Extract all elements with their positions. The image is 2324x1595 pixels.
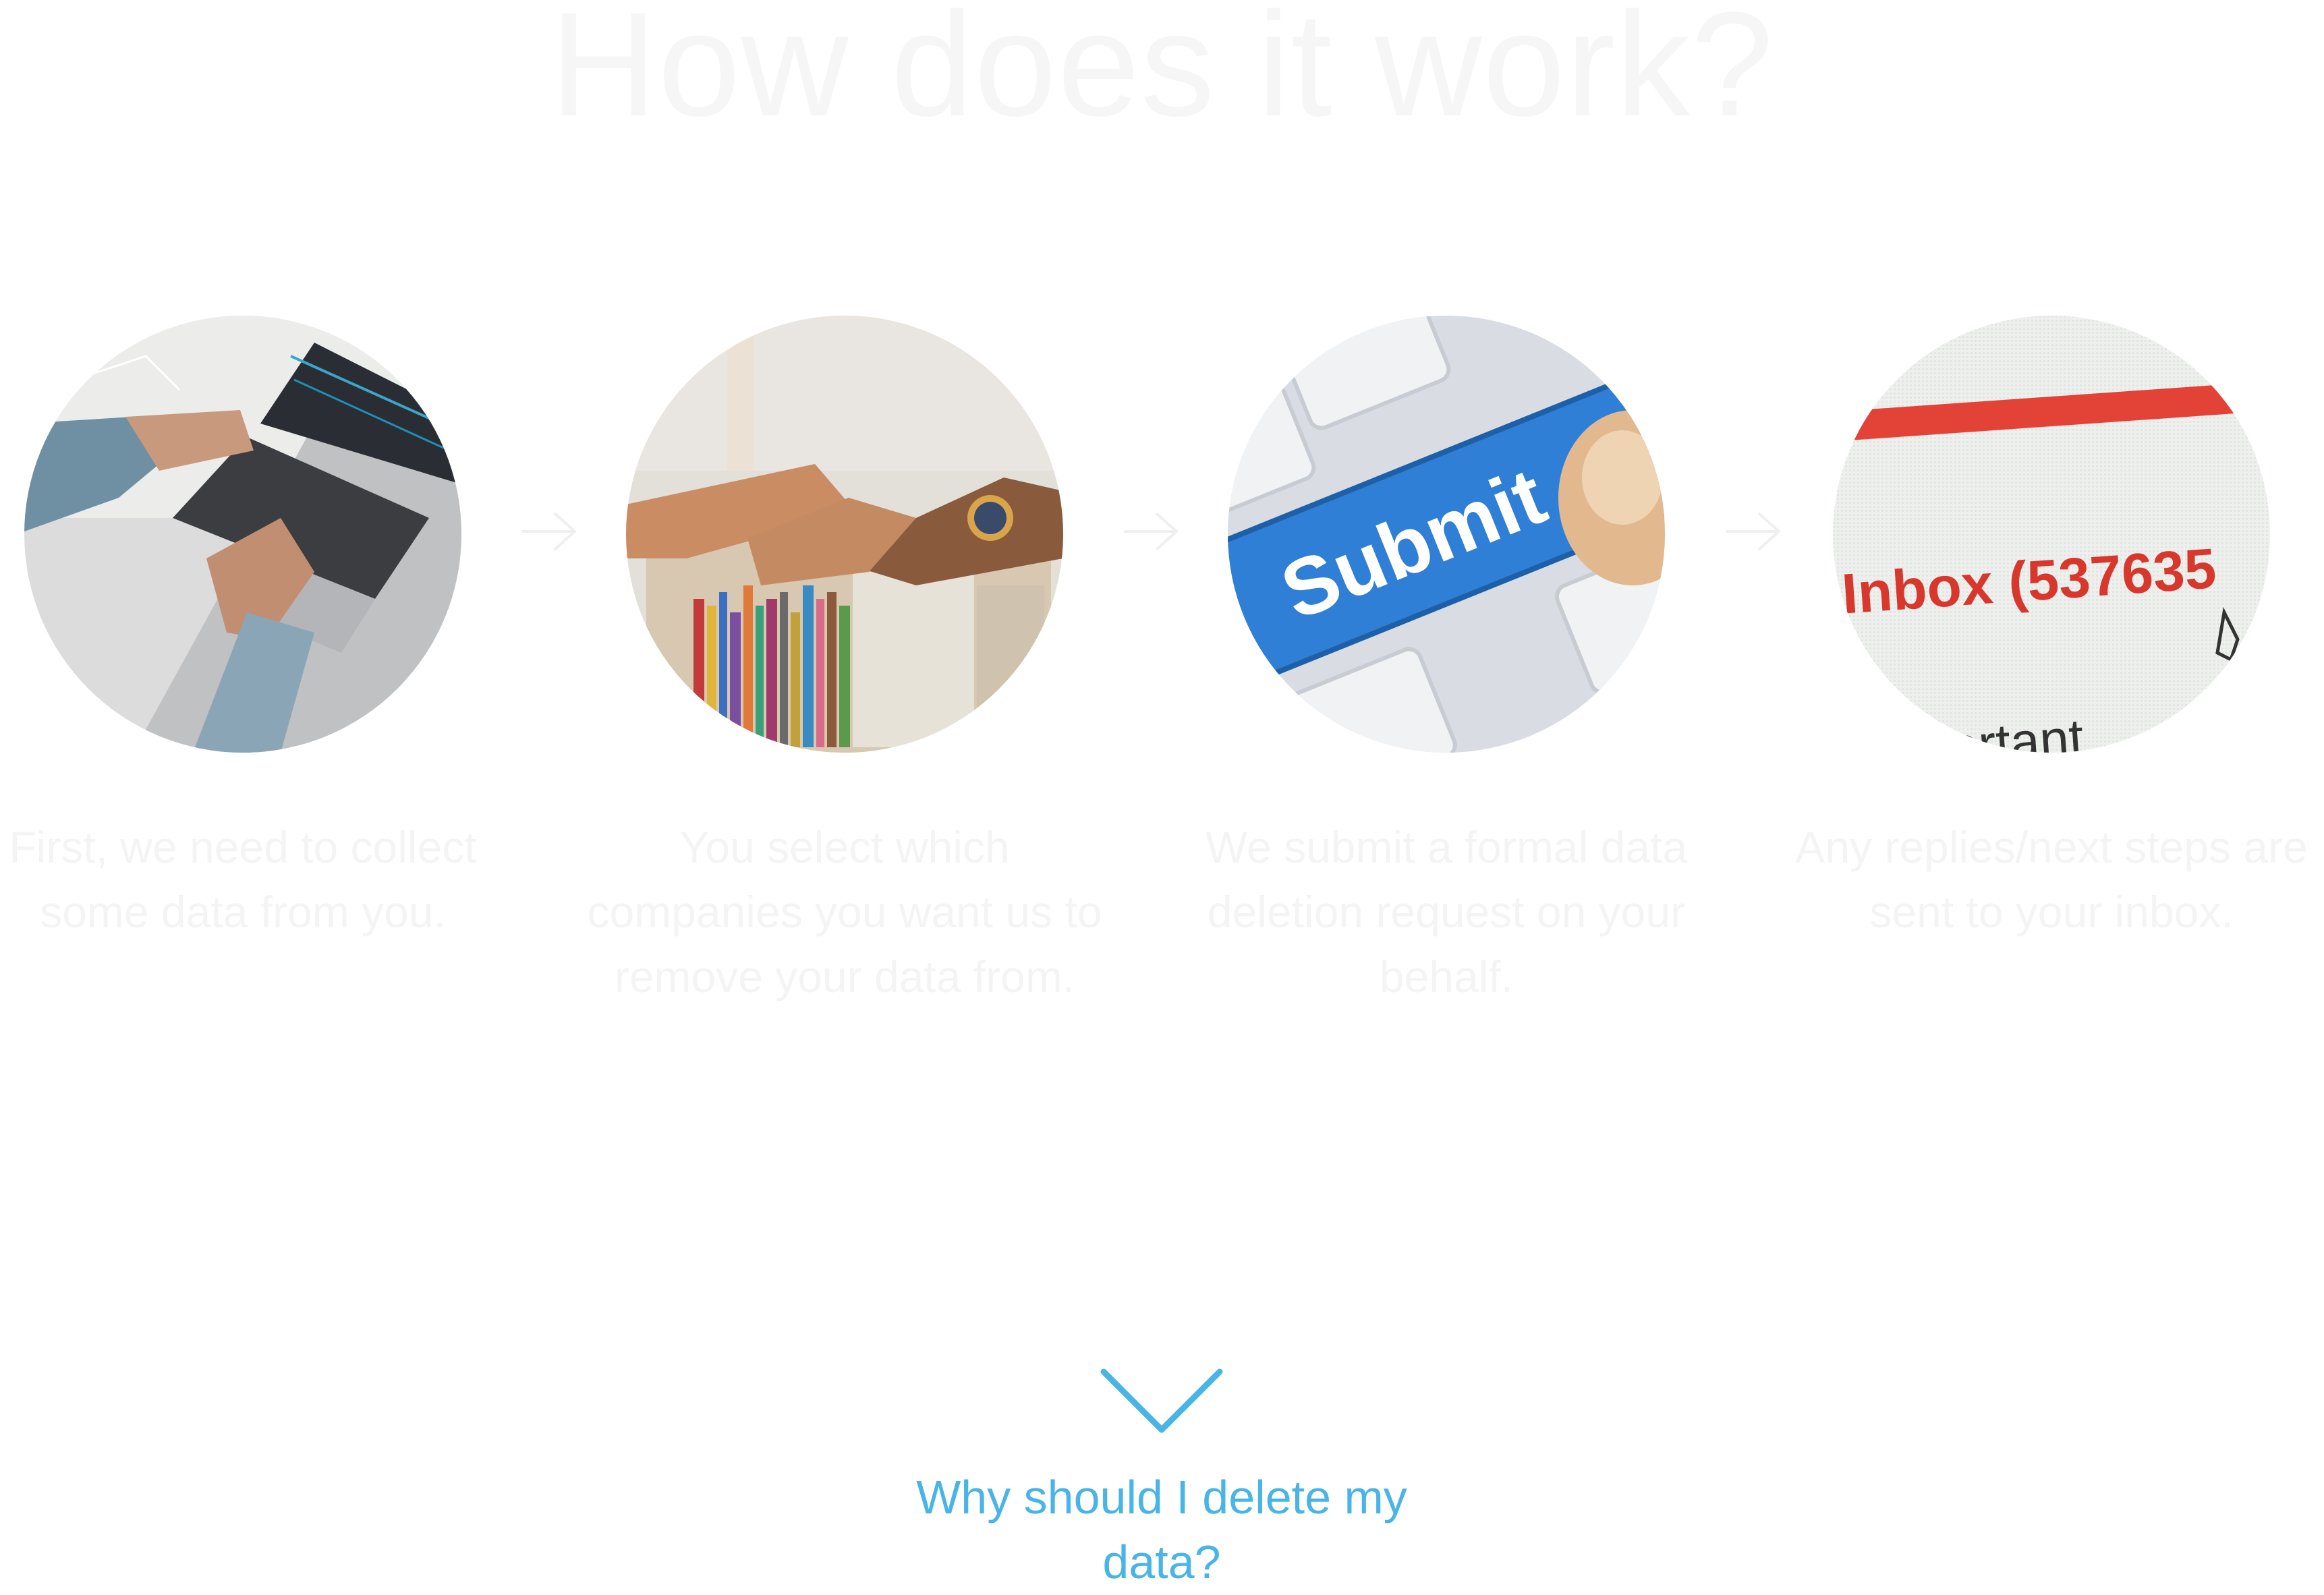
arrow-right-icon <box>1726 512 1781 551</box>
submit-key-illustration: Submit <box>1228 316 1665 753</box>
step-3-caption: We submit a formal data deletion request… <box>1205 822 1688 1002</box>
chevron-down-icon[interactable] <box>1100 1368 1224 1435</box>
arrow-right-icon <box>1124 512 1179 551</box>
how-it-works-page: How does it work? First, we need to coll… <box>0 0 2324 1595</box>
email-inbox-image: Inbox (537635 ortant <box>1833 316 2270 753</box>
why-delete-link[interactable]: Why should I delete my data? <box>892 1368 1432 1594</box>
email-inbox-illustration: Inbox (537635 ortant <box>1833 316 2270 753</box>
steps-row: First, we need to collect some data from… <box>0 316 2324 1002</box>
file-folders-image <box>626 316 1063 753</box>
file-folders-illustration <box>626 316 1063 753</box>
step-1-caption: First, we need to collect some data from… <box>9 822 477 937</box>
submit-key-image: Submit <box>1228 316 1665 753</box>
laptop-typing-image <box>24 316 461 753</box>
arrow-right-icon <box>522 512 577 551</box>
laptop-typing-illustration <box>24 316 461 753</box>
why-delete-label[interactable]: Why should I delete my data? <box>892 1465 1432 1594</box>
step-2-caption: You select which companies you want us t… <box>587 822 1102 1002</box>
step-4-caption: Any replies/next steps are sent to your … <box>1795 822 2308 937</box>
section-title: How does it work? <box>550 0 1774 147</box>
